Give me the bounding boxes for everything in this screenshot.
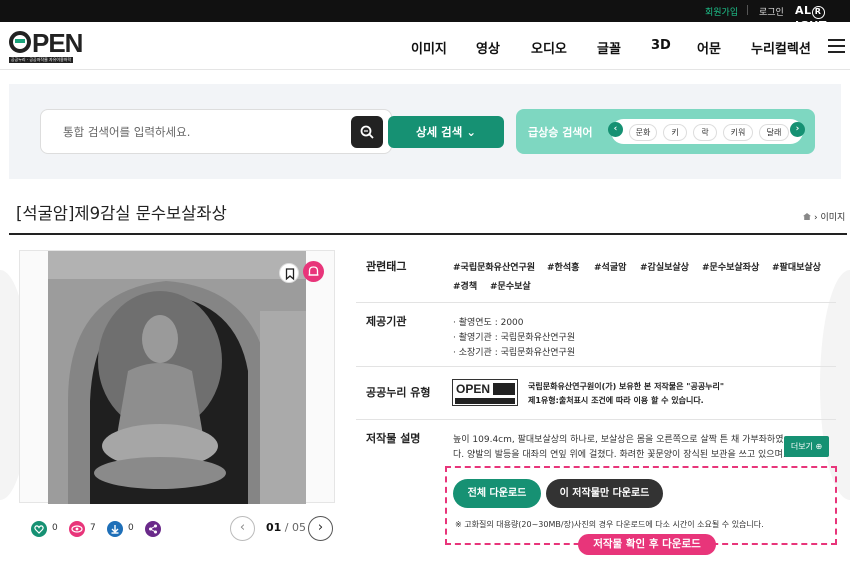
trending-pill-list: 문화 키 락 키워 달래 [611,119,803,144]
license-text: 국립문화유산연구원이(가) 보유한 본 저작물은 "공공누리" [528,382,725,391]
artwork-image[interactable] [48,251,306,504]
tag-link[interactable]: #문수보살좌상 [702,260,759,273]
trending-keywords: 급상승 검색어 문화 키 락 키워 달래 ‹ › [516,109,815,154]
tags-label: 관련태그 [366,260,407,273]
bookmark-icon [285,268,295,281]
license-text: 제1유형:출처표시 조건에 따라 이용 할 수 있습니다. [528,396,704,405]
tag-link[interactable]: #경책 [453,279,477,292]
kogl-badge-bar [455,398,515,404]
row-divider [356,419,836,420]
search-placeholder: 통합 검색어를 입력하세요. [63,125,191,139]
provider-info-line: · 촬영기관 : 국립문화유산연구원 [453,333,576,343]
chevron-down-icon: ⌄ [466,125,476,139]
nav-nuri-collection[interactable]: 누리컬렉션 [751,38,811,57]
trend-pill[interactable]: 키워 [723,124,753,141]
bell-icon [308,266,319,276]
nav-text[interactable]: 어문 [697,38,721,57]
image-pager: 01 / 05 [266,521,306,534]
description-text: 다. 양발의 발등을 대좌의 연잎 위에 걸쳤다. 화려한 꽃문양이 장식된 보… [453,450,792,460]
chevron-left-icon: ‹ [239,520,246,535]
logo-text: PEN [32,28,83,58]
chevron-left-icon[interactable]: ‹ [608,122,623,137]
login-link[interactable]: 로그인 [759,5,784,18]
trending-label: 급상승 검색어 [528,126,593,139]
chevron-right-icon[interactable]: › [790,122,805,137]
eye-icon [69,521,85,537]
kogl-badge-text: OPEN [456,382,491,396]
nav-image[interactable]: 이미지 [411,38,447,57]
tag-link[interactable]: #팔대보살상 [772,260,821,273]
logo-subtitle: 공공누리 · 공공저작물 자유이용허락 [9,57,73,63]
top-utility-bar: 회원가입 로그인 ALRIGHT [0,0,850,32]
provider-info-line: · 촬영연도 : 2000 [453,318,524,328]
detail-search-label: 상세 검색 [416,125,463,139]
brand-text: AL [795,4,812,17]
trend-pill[interactable]: 문화 [629,124,657,141]
image-viewer [19,250,335,504]
trend-pill[interactable]: 락 [693,124,717,141]
download-icon [107,521,123,537]
download-all-button[interactable]: 전체 다운로드 [453,479,541,508]
download-this-button[interactable]: 이 저작물만 다운로드 [546,479,663,508]
detail-search-button[interactable]: 상세 검색 ⌄ [388,116,504,148]
tag-link[interactable]: #석굴암 [594,260,626,273]
description-text: 높이 109.4cm, 팔대보살상의 하나로, 보살상은 몸을 오른쪽으로 살짝… [453,435,784,445]
pager-current: 01 [266,521,282,534]
tag-link[interactable]: #한석홍 [547,260,579,273]
trend-pill[interactable]: 키 [663,124,687,141]
download-count: 0 [128,523,134,533]
divider [747,5,748,15]
breadcrumb-current[interactable]: 이미지 [820,213,845,223]
download-note: ※ 고화질의 대용량(20~30MB/장)사진의 경우 다운로드에 다소 시간이… [455,520,764,529]
menu-icon[interactable] [828,39,845,53]
share-icon [145,521,161,537]
alarm-button[interactable] [303,261,324,282]
heart-icon [31,521,47,537]
description-label: 저작물 설명 [366,432,421,445]
license-label: 공공누리 유형 [366,386,431,399]
bookmark-button[interactable] [279,263,299,283]
breadcrumb: › 이미지 [803,210,845,223]
title-divider [9,233,847,235]
nav-font[interactable]: 글꼴 [597,38,621,57]
tag-link[interactable]: #국립문화유산연구원 [453,260,535,273]
signup-link[interactable]: 회원가입 [705,5,738,18]
provider-info-line: · 소장기관 : 국립문화유산연구원 [453,348,576,358]
page-title: [석굴암]제9감실 문수보살좌상 [16,204,227,223]
search-input[interactable]: 통합 검색어를 입력하세요. [40,109,392,154]
more-button[interactable]: 더보기 ⊕ [784,436,829,457]
search-icon [360,125,374,139]
home-icon[interactable] [803,213,811,220]
prev-image-button[interactable]: ‹ [230,516,255,541]
download-callout-badge: 저작물 확인 후 다운로드 [578,534,716,555]
provider-label: 제공기관 [366,315,407,328]
nav-video[interactable]: 영상 [476,38,500,57]
pager-total: 05 [292,521,307,534]
chevron-right-icon: › [317,520,324,535]
kogl-type1-badge: OPEN [452,379,518,406]
open-logo[interactable]: PEN 공공누리 · 공공저작물 자유이용허락 [9,28,83,63]
logo-o-icon [9,31,31,53]
like-count: 0 [52,523,58,533]
next-image-button[interactable]: › [308,516,333,541]
brand-r-icon: R [811,6,825,19]
row-divider [356,366,836,367]
nav-3d[interactable]: 3D [651,38,671,53]
pager-separator: / [281,521,293,534]
view-count: 7 [90,523,96,533]
trend-pill[interactable]: 달래 [759,124,789,141]
row-divider [356,302,836,303]
tag-link[interactable]: #문수보살 [490,279,531,292]
search-button[interactable] [351,116,383,148]
attribution-icon [493,383,515,395]
tag-link[interactable]: #감실보살상 [640,260,689,273]
search-section: 통합 검색어를 입력하세요. 상세 검색 ⌄ 급상승 검색어 문화 키 락 키워… [9,84,841,179]
main-header: PEN 공공누리 · 공공저작물 자유이용허락 이미지 영상 오디오 글꼴 3D… [0,22,850,70]
nav-audio[interactable]: 오디오 [531,38,567,57]
